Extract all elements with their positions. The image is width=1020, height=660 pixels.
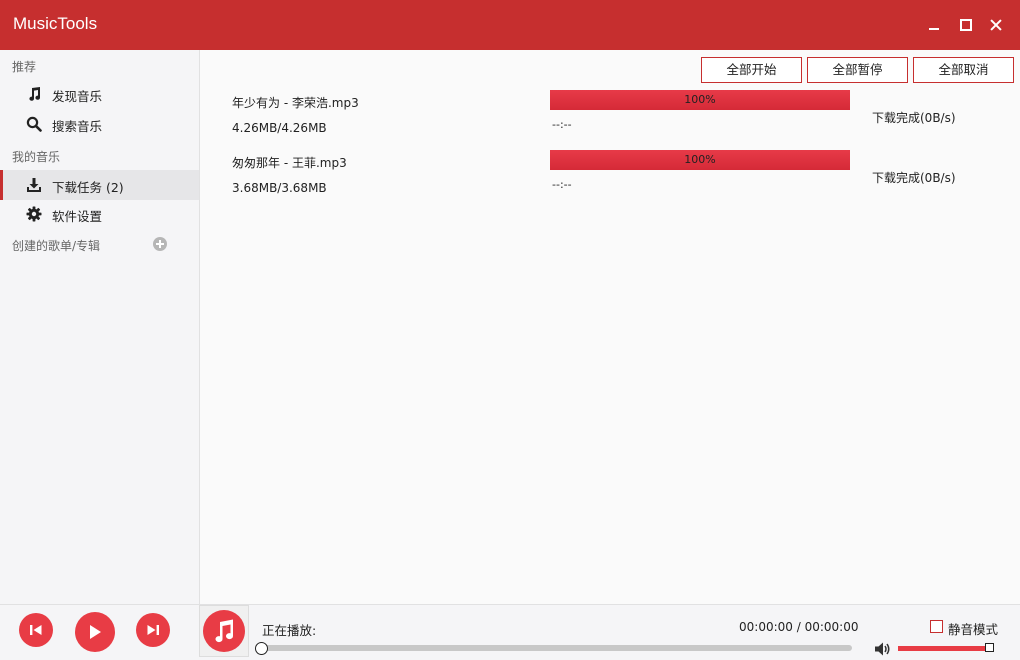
music-note-icon	[26, 86, 42, 102]
download-progress-bar[interactable]: 100%	[550, 90, 850, 110]
download-row: 匆匆那年 - 王菲.mp3 3.68MB/3.68MB 100% --:-- 下…	[200, 150, 1020, 214]
download-file-name: 匆匆那年 - 王菲.mp3	[232, 156, 347, 170]
plus-circle-icon[interactable]	[153, 237, 167, 251]
sidebar-section-playlists: 创建的歌单/专辑	[12, 239, 101, 253]
maximize-button[interactable]	[954, 14, 976, 36]
close-button[interactable]	[985, 14, 1007, 36]
download-status: 下载完成(0B/s)	[872, 111, 956, 125]
sidebar: 推荐 发现音乐 搜索音乐 我的音乐 下载任务 (2) 软件设置 创建的歌单/专辑	[0, 50, 200, 604]
download-icon	[26, 177, 42, 193]
sidebar-item-label: 下载任务 (2)	[52, 180, 124, 195]
volume-slider-fill	[898, 646, 990, 651]
download-file-size: 4.26MB/4.26MB	[232, 121, 327, 135]
sidebar-section-my-music: 我的音乐	[12, 150, 61, 164]
volume-icon[interactable]	[874, 641, 892, 657]
now-playing-label: 正在播放:	[262, 623, 317, 638]
sidebar-item-downloads[interactable]: 下载任务 (2)	[0, 170, 199, 200]
download-row: 年少有为 - 李荣浩.mp3 4.26MB/4.26MB 100% --:-- …	[200, 90, 1020, 154]
download-progress-bar[interactable]: 100%	[550, 150, 850, 170]
next-icon	[147, 625, 159, 635]
pause-all-button[interactable]: 全部暂停	[807, 57, 908, 83]
app-title: MusicTools	[13, 14, 98, 33]
download-file-size: 3.68MB/3.68MB	[232, 181, 327, 195]
album-cover[interactable]	[199, 605, 249, 657]
previous-button[interactable]	[19, 613, 53, 647]
next-button[interactable]	[136, 613, 170, 647]
gear-icon	[26, 206, 42, 222]
playback-progress-knob[interactable]	[255, 642, 268, 655]
minimize-button[interactable]	[923, 14, 945, 36]
play-button[interactable]	[75, 612, 115, 652]
sidebar-item-label: 发现音乐	[52, 89, 103, 104]
previous-icon	[30, 625, 42, 635]
sidebar-item-search[interactable]: 搜索音乐	[0, 109, 199, 139]
start-all-button[interactable]: 全部开始	[701, 57, 802, 83]
download-time-remaining: --:--	[552, 178, 572, 191]
player-bar: 正在播放: 00:00:00 / 00:00:00 静音模式	[0, 604, 1020, 660]
sidebar-section-recommend: 推荐	[12, 60, 37, 74]
download-progress-label: 100%	[684, 153, 716, 166]
playback-time: 00:00:00 / 00:00:00	[739, 620, 859, 634]
cancel-all-button[interactable]: 全部取消	[913, 57, 1014, 83]
download-progress-label: 100%	[684, 93, 716, 106]
sidebar-item-label: 软件设置	[52, 209, 103, 224]
download-file-name: 年少有为 - 李荣浩.mp3	[232, 96, 359, 110]
download-time-remaining: --:--	[552, 118, 572, 131]
download-status: 下载完成(0B/s)	[872, 171, 956, 185]
mute-checkbox[interactable]	[930, 620, 943, 633]
volume-slider[interactable]	[898, 643, 995, 652]
sidebar-item-discover[interactable]: 发现音乐	[0, 79, 199, 109]
album-cover-disc	[203, 610, 245, 652]
sidebar-item-label: 搜索音乐	[52, 119, 103, 134]
title-bar: MusicTools	[0, 0, 1020, 50]
music-note-icon	[215, 619, 234, 643]
sidebar-item-settings[interactable]: 软件设置	[0, 199, 199, 229]
mute-label: 静音模式	[948, 622, 999, 637]
search-icon	[26, 116, 42, 132]
download-panel: 全部开始 全部暂停 全部取消 年少有为 - 李荣浩.mp3 4.26MB/4.2…	[200, 50, 1020, 604]
play-icon	[90, 625, 101, 639]
playback-progress-track[interactable]	[262, 645, 852, 651]
volume-slider-knob[interactable]	[985, 643, 995, 652]
